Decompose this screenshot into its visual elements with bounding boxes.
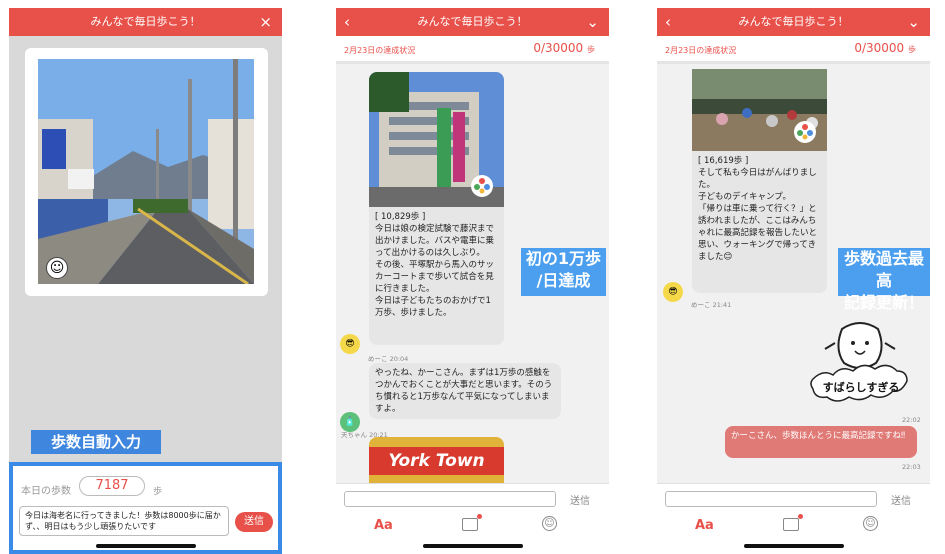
send-button[interactable]: 送信 xyxy=(891,492,911,507)
home-indicator xyxy=(743,544,844,548)
post-photo[interactable] xyxy=(369,72,504,207)
phone-chat-2: ‹ みんなで毎日歩こう！ ⌄ 2月23日の達成状況 0/30000 歩 [ 16… xyxy=(657,8,930,554)
reaction-badge-icon xyxy=(471,175,493,197)
font-icon[interactable]: Aa xyxy=(695,518,714,533)
image-icon[interactable] xyxy=(783,514,803,531)
app-title: みんなで毎日歩こう！ xyxy=(417,15,528,28)
steps-label: 本日の歩数 xyxy=(21,486,71,497)
post-text: [ 16,619歩 ] そして私も今日はがんばりました。 子どものデイキャンプ。… xyxy=(692,151,827,293)
street-photo[interactable]: ☺ xyxy=(38,59,254,284)
send-button[interactable]: 送信 xyxy=(235,512,273,532)
sticker-caption: すばらしすぎる xyxy=(822,381,900,394)
smile-badge-icon: ☺ xyxy=(46,257,68,279)
progress-status: 2月23日の達成状況 0/30000 歩 xyxy=(336,36,609,64)
phone-chat-1: ‹ みんなで毎日歩こう！ ⌄ 2月23日の達成状況 0/30000 歩 [10… xyxy=(336,8,609,554)
message-input[interactable] xyxy=(344,491,556,507)
app-header: みんなで毎日歩こう！ × xyxy=(9,8,282,36)
photo-card: ☺ xyxy=(25,48,268,296)
app-header: ‹ みんなで毎日歩こう！ ⌄ xyxy=(336,8,609,36)
sticker-bear[interactable]: すばらしすぎる xyxy=(807,319,912,411)
smile-icon[interactable]: ☺ xyxy=(542,516,557,531)
avatar-sunglasses[interactable]: 😎 xyxy=(340,334,360,354)
avatar-sunglasses[interactable]: 😎 xyxy=(663,282,683,302)
memo-field[interactable]: 今日は海老名に行ってきました！歩数は8000歩に届かず、、明日はもう少し頑張りた… xyxy=(19,506,229,536)
app-title: みんなで毎日歩こう！ xyxy=(738,15,849,28)
step-input-panel: 本日の歩数 7187 歩 今日は海老名に行ってきました！歩数は8000歩に届かず… xyxy=(9,462,282,554)
home-indicator xyxy=(422,544,523,548)
status-count: 0/30000 歩 xyxy=(533,41,595,55)
message-time: 22:03 xyxy=(902,463,921,471)
app-header: ‹ みんなで毎日歩こう！ ⌄ xyxy=(657,8,930,36)
author-time: めーこ 20:04 xyxy=(368,355,409,363)
send-button[interactable]: 送信 xyxy=(570,492,590,507)
close-icon[interactable]: × xyxy=(259,8,272,36)
status-date: 2月23日の達成状況 xyxy=(665,46,737,55)
reaction-badge-icon xyxy=(794,121,816,143)
message-time: 22:02 xyxy=(902,416,921,424)
post-photo[interactable] xyxy=(692,69,827,151)
back-icon[interactable]: ‹ xyxy=(665,8,671,36)
highlight-label: 初の1万歩 /日達成 xyxy=(521,248,606,296)
author-time: めーこ 21:41 xyxy=(691,301,732,309)
auto-input-label: 歩数自動入力 xyxy=(31,430,161,454)
highlight-label: 歩数過去最高 記録更新！ xyxy=(838,248,930,312)
steps-unit: 歩 xyxy=(153,487,163,497)
post-text: [ 10,829歩 ] 今日は娘の検定試験で藤沢まで出かけました。バスや電車に乗… xyxy=(369,207,504,345)
message-input[interactable] xyxy=(665,491,877,507)
phone-step-entry: みんなで毎日歩こう！ × ☺ 歩数自動入力 本日の歩数 7187 歩 今日は海老… xyxy=(9,8,282,554)
status-date: 2月23日の達成状況 xyxy=(344,46,416,55)
my-reply-bubble: かーこさん、歩数ほんとうに最高記録ですね‼ xyxy=(725,426,917,458)
image-icon[interactable] xyxy=(462,514,482,531)
reply-bubble: やったね、かーこさん。まずは1万歩の感触をつかんでおくことが大事だと思います。そ… xyxy=(369,363,561,419)
font-icon[interactable]: Aa xyxy=(374,518,393,533)
status-count: 0/30000 歩 xyxy=(854,41,916,55)
steps-input[interactable]: 7187 xyxy=(79,476,145,496)
yorktown-photo[interactable]: York Town xyxy=(369,437,504,483)
chevron-down-icon[interactable]: ⌄ xyxy=(907,8,920,36)
app-title: みんなで毎日歩こう！ xyxy=(90,15,201,28)
back-icon[interactable]: ‹ xyxy=(344,8,350,36)
chevron-down-icon[interactable]: ⌄ xyxy=(586,8,599,36)
smile-icon[interactable]: ☺ xyxy=(863,516,878,531)
home-indicator xyxy=(95,544,196,548)
progress-status: 2月23日の達成状況 0/30000 歩 xyxy=(657,36,930,64)
yorktown-sign: York Town xyxy=(369,447,504,475)
